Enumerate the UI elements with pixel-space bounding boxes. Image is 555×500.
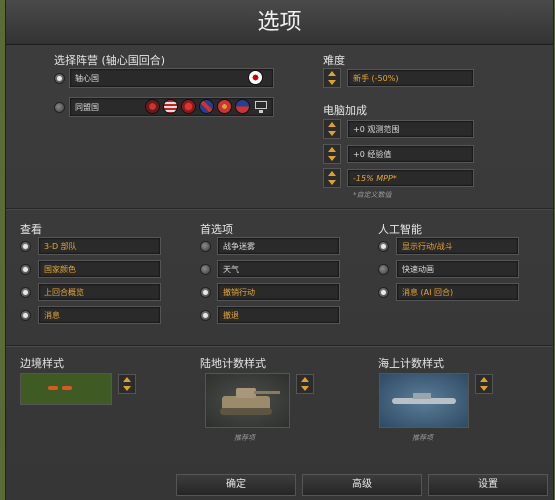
ai-label: 人工智能 (378, 223, 422, 236)
undo-radio[interactable] (200, 287, 211, 298)
axis-radio[interactable] (54, 73, 65, 84)
fast-anim-radio[interactable] (378, 264, 389, 275)
japan-flag-icon (248, 70, 263, 85)
ok-button[interactable]: 确定 (176, 474, 296, 496)
china-flag-icon (145, 99, 160, 114)
divider (6, 345, 553, 347)
allies-label: 同盟国 (75, 103, 99, 112)
vision-field: +0 观测范围 (347, 120, 474, 138)
view-3d-radio[interactable] (20, 241, 31, 252)
fast-anim-field[interactable]: 快速动画 (396, 260, 519, 278)
advanced-button[interactable]: 高级 (302, 474, 422, 496)
mpp-stepper[interactable] (323, 168, 341, 188)
computer-icon (255, 101, 267, 109)
difficulty-label: 难度 (323, 54, 345, 67)
sea-recommended-hint: 推荐项 (412, 434, 433, 442)
weather-field[interactable]: 天气 (217, 260, 340, 278)
experience-field: +0 经验值 (347, 145, 474, 163)
undo-field[interactable]: 撤销行动 (217, 283, 340, 301)
retreat-field[interactable]: 撤退 (217, 306, 340, 324)
vision-stepper[interactable] (323, 119, 341, 139)
axis-label: 轴心国 (75, 74, 99, 83)
china-communist-flag-icon (217, 99, 232, 114)
fog-radio[interactable] (200, 241, 211, 252)
view-messages-radio[interactable] (20, 310, 31, 321)
fog-field[interactable]: 战争迷雾 (217, 237, 340, 255)
view-last-turn-radio[interactable] (20, 287, 31, 298)
prefs-label: 首选项 (200, 223, 233, 236)
retreat-radio[interactable] (200, 310, 211, 321)
ussr-flag-icon (181, 99, 196, 114)
sea-counter-stepper[interactable] (475, 374, 493, 394)
options-window: 选项 选择阵营 (轴心国回合) 轴心国 同盟国 难度 新手 (-50%) 电脑加… (5, 0, 554, 500)
difficulty-field: 新手 (-50%) (347, 69, 474, 87)
border-style-label: 边境样式 (20, 357, 64, 370)
difficulty-stepper[interactable] (323, 68, 341, 88)
divider (6, 208, 553, 210)
uk-flag-icon (199, 99, 214, 114)
show-battle-field[interactable]: 显示行动/战斗 (396, 237, 519, 255)
ai-messages-radio[interactable] (378, 287, 389, 298)
computer-stand (259, 110, 263, 113)
land-counter-label: 陆地计数样式 (200, 357, 266, 370)
allies-radio[interactable] (54, 102, 65, 113)
view-label: 查看 (20, 223, 42, 236)
sea-counter-label: 海上计数样式 (378, 357, 444, 370)
commonwealth-flag-icon (235, 99, 250, 114)
ai-bonus-label: 电脑加成 (323, 104, 367, 117)
view-messages-field[interactable]: 消息 (38, 306, 161, 324)
usa-flag-icon (163, 99, 178, 114)
axis-field[interactable]: 轴心国 (69, 68, 274, 88)
land-counter-stepper[interactable] (296, 374, 314, 394)
ai-messages-field[interactable]: 消息 (AI 回合) (396, 283, 519, 301)
experience-stepper[interactable] (323, 144, 341, 164)
window-title: 选项 (6, 0, 553, 45)
land-recommended-hint: 推荐项 (234, 434, 255, 442)
side-label: 选择阵营 (轴心国回合) (54, 54, 166, 67)
sea-counter-preview (379, 373, 469, 428)
view-3d-field[interactable]: 3-D 部队 (38, 237, 161, 255)
land-counter-preview (205, 373, 290, 428)
settings-button[interactable]: 设置 (428, 474, 548, 496)
view-colors-radio[interactable] (20, 264, 31, 275)
border-style-preview (20, 373, 112, 405)
view-last-turn-field[interactable]: 上回合概览 (38, 283, 161, 301)
border-style-stepper[interactable] (118, 374, 136, 394)
weather-radio[interactable] (200, 264, 211, 275)
mpp-field: -15% MPP* (347, 169, 474, 187)
view-colors-field[interactable]: 国家颜色 (38, 260, 161, 278)
show-battle-radio[interactable] (378, 241, 389, 252)
custom-value-note: *自定义数值 (353, 191, 392, 199)
